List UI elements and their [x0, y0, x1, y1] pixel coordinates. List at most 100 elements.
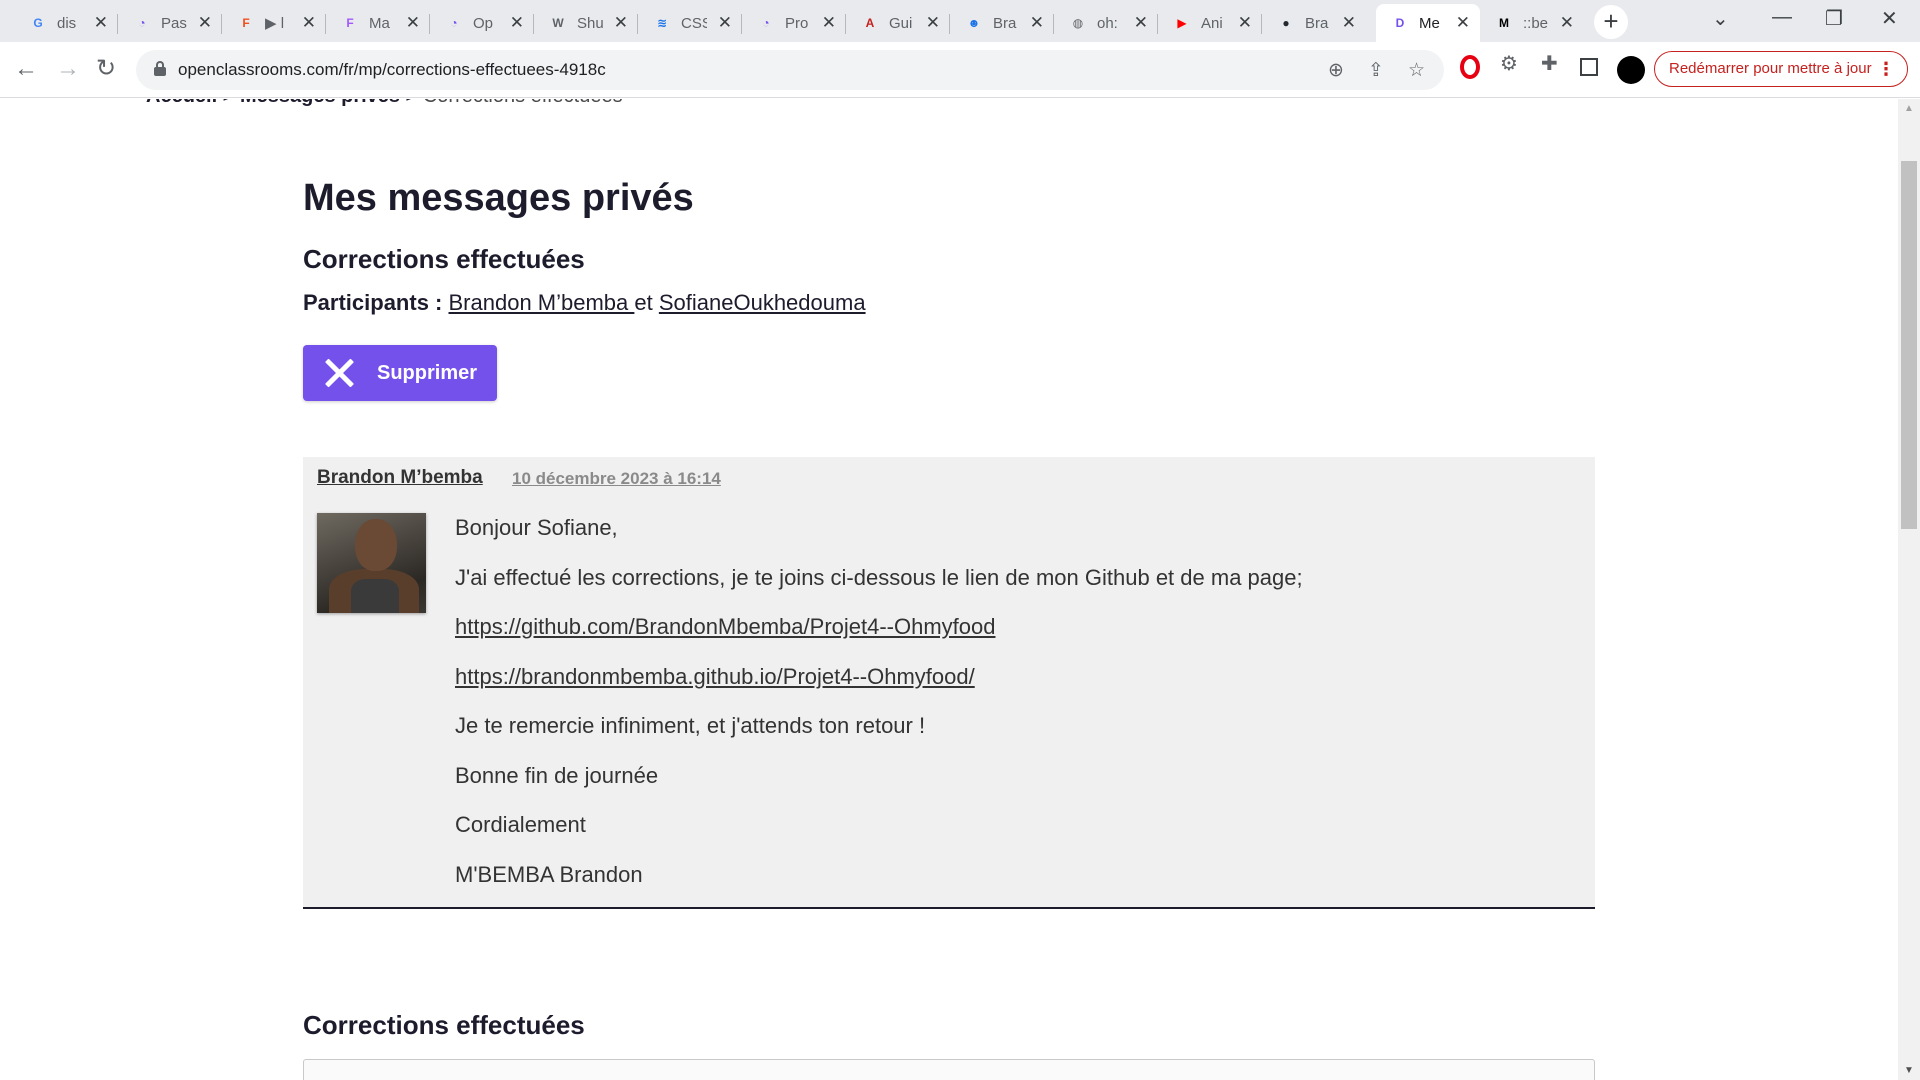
delete-conversation-button[interactable]: Supprimer [303, 345, 497, 401]
close-window-button[interactable]: ✕ [1881, 6, 1898, 31]
author-avatar[interactable] [317, 513, 426, 613]
message-line-greeting: Bonjour Sofiane, [455, 515, 618, 540]
tab-title: Pas [161, 14, 187, 32]
tab-close-icon[interactable]: ✕ [1134, 13, 1148, 33]
tab-title: Pro [785, 14, 809, 32]
address-bar[interactable]: openclassrooms.com/fr/mp/corrections-eff… [136, 50, 1444, 90]
browser-tab[interactable]: M::be ✕ [1480, 4, 1584, 42]
tab-close-icon[interactable]: ✕ [198, 13, 212, 33]
scrollbar-thumb[interactable] [1901, 161, 1917, 529]
github-icon: ● [1282, 16, 1290, 30]
tab-close-icon[interactable]: ✕ [406, 13, 420, 33]
browser-toolbar: ← → ↻ openclassrooms.com/fr/mp/correctio… [0, 42, 1920, 98]
scroll-down-arrow-icon[interactable]: ▼ [1904, 1065, 1914, 1076]
google-icon: G [33, 16, 43, 30]
tab-close-icon[interactable]: ✕ [822, 13, 836, 33]
opera-extension-icon[interactable] [1460, 55, 1480, 79]
tab-title: Gui [889, 14, 913, 32]
share-icon[interactable]: ⇪ [1368, 59, 1384, 82]
tab-close-icon[interactable]: ✕ [614, 13, 628, 33]
participants-label: Participants : [303, 290, 443, 315]
browser-tab[interactable]: ◔ Pas ✕ [118, 4, 222, 42]
page-title: Mes messages privés [303, 177, 694, 219]
message-line-closing: Cordialement [455, 812, 586, 837]
participants-line: Participants : Brandon M’bemba et Sofian… [303, 290, 866, 316]
lock-icon[interactable] [154, 61, 166, 76]
tab-title: Me [1419, 14, 1440, 32]
breadcrumb-messages-link[interactable]: Messages privés > [240, 99, 417, 107]
browser-tab[interactable]: ◔ Pro ✕ [742, 4, 846, 42]
message-date-link[interactable]: 10 décembre 2023 à 16:14 [512, 469, 721, 489]
zoom-icon[interactable]: ⊕ [1328, 59, 1344, 82]
breadcrumb-current: Corrections effectuées [423, 99, 623, 107]
globe-icon: ◍ [1072, 16, 1084, 30]
browser-tab[interactable]: F ▶ l ✕ [222, 4, 326, 42]
url-text[interactable]: openclassrooms.com/fr/mp/corrections-eff… [178, 60, 606, 80]
message-line-intro: J'ai effectué les corrections, je te joi… [455, 564, 1303, 590]
tab-close-icon[interactable]: ✕ [302, 13, 316, 33]
tab-close-icon[interactable]: ✕ [510, 13, 524, 33]
back-button[interactable]: ← [14, 54, 38, 84]
tab-close-icon[interactable]: ✕ [926, 13, 940, 33]
menu-dots-icon[interactable]: ⋮ [1877, 52, 1895, 86]
browser-tab[interactable]: ☻ Bra ✕ [950, 4, 1054, 42]
conversation-subject: Corrections effectuées [303, 244, 585, 274]
tab-title: Ani [1201, 14, 1223, 32]
minimize-button[interactable]: — [1772, 6, 1792, 29]
tab-title: Bra [993, 14, 1017, 32]
browser-tab[interactable]: D Me ✕ [1376, 4, 1480, 42]
tab-title: Shu [577, 14, 603, 32]
tab-search-icon[interactable]: ⌄ [1712, 6, 1729, 31]
tab-title: Bra [1305, 14, 1329, 32]
message-card: Brandon M’bemba 10 décembre 2023 à 16:14… [303, 457, 1595, 909]
browser-tab[interactable]: ▶ Ani ✕ [1158, 4, 1262, 42]
reload-button[interactable]: ↻ [96, 54, 116, 84]
tab-title: oh: [1097, 14, 1118, 32]
restore-button[interactable]: ❐ [1825, 6, 1843, 31]
tab-close-icon[interactable]: ✕ [1456, 13, 1470, 33]
profile-avatar[interactable] [1617, 56, 1645, 84]
browser-tab[interactable]: ≋ CSS ✕ [638, 4, 742, 42]
github-pages-link[interactable]: https://brandonmbemba.github.io/Projet4-… [455, 664, 975, 689]
extensions-puzzle-icon[interactable]: ✚ [1541, 51, 1558, 76]
browser-tab[interactable]: W Shu ✕ [534, 4, 638, 42]
scroll-up-arrow-icon[interactable]: ▲ [1904, 103, 1914, 114]
tab-title: Op [473, 14, 494, 32]
browser-tab[interactable]: Gdis ✕ [14, 4, 118, 42]
message-line-wish: Bonne fin de journée [455, 762, 659, 788]
close-icon [323, 357, 355, 389]
browser-tab[interactable]: ● Bra ✕ [1262, 4, 1366, 42]
new-tab-button[interactable]: + [1594, 5, 1628, 39]
tab-close-icon[interactable]: ✕ [718, 13, 732, 33]
forward-button[interactable]: → [56, 54, 80, 84]
openclassrooms-icon: ◔ [138, 16, 146, 30]
participant-link-sofiane[interactable]: SofianeOukhedouma [659, 290, 866, 315]
tab-strip: Gdis ✕ ◔ Pas ✕ F ▶ l ✕ F Ma ✕ ◔ Op ✕ W Shu ✕ ≋ CSS ✕ ◔ Pro ✕ A G… [0, 0, 1920, 42]
tab-close-icon[interactable]: ✕ [1238, 13, 1252, 33]
figma-icon: F [242, 16, 250, 30]
message-line-signature: M'BEMBA Brandon [455, 861, 643, 887]
bookmark-star-icon[interactable]: ☆ [1408, 59, 1425, 82]
browser-tab[interactable]: ◔ Op ✕ [430, 4, 534, 42]
tab-close-icon[interactable]: ✕ [1342, 13, 1356, 33]
message-author-link[interactable]: Brandon M’bemba [317, 467, 483, 489]
github-repo-link[interactable]: https://github.com/BrandonMbemba/Projet4… [455, 614, 996, 639]
tab-close-icon[interactable]: ✕ [1560, 13, 1574, 33]
reply-section-title: Corrections effectuées [303, 1010, 585, 1040]
tab-title: Ma [369, 14, 390, 32]
browser-tab[interactable]: ◍ oh: ✕ [1054, 4, 1158, 42]
reply-editor-toolbar[interactable] [303, 1059, 1595, 1080]
side-panel-icon[interactable] [1580, 58, 1598, 76]
participant-link-brandon[interactable]: Brandon M’bemba [449, 290, 635, 315]
browser-tab[interactable]: A Gui ✕ [846, 4, 950, 42]
browser-tab[interactable]: F Ma ✕ [326, 4, 430, 42]
tab-title: ▶ l [265, 15, 285, 32]
page-scrollbar[interactable]: ▲ ▼ [1898, 99, 1920, 1080]
youtube-icon: ▶ [1177, 16, 1187, 30]
tab-close-icon[interactable]: ✕ [1030, 13, 1044, 33]
tab-close-icon[interactable]: ✕ [94, 13, 108, 33]
breadcrumb-home-link[interactable]: Accueil > [146, 99, 234, 107]
update-restart-button[interactable]: Redémarrer pour mettre à jour ⋮ [1654, 51, 1908, 87]
settings-extension-icon[interactable]: ⚙ [1500, 51, 1518, 76]
participants-connector: et [634, 290, 659, 315]
